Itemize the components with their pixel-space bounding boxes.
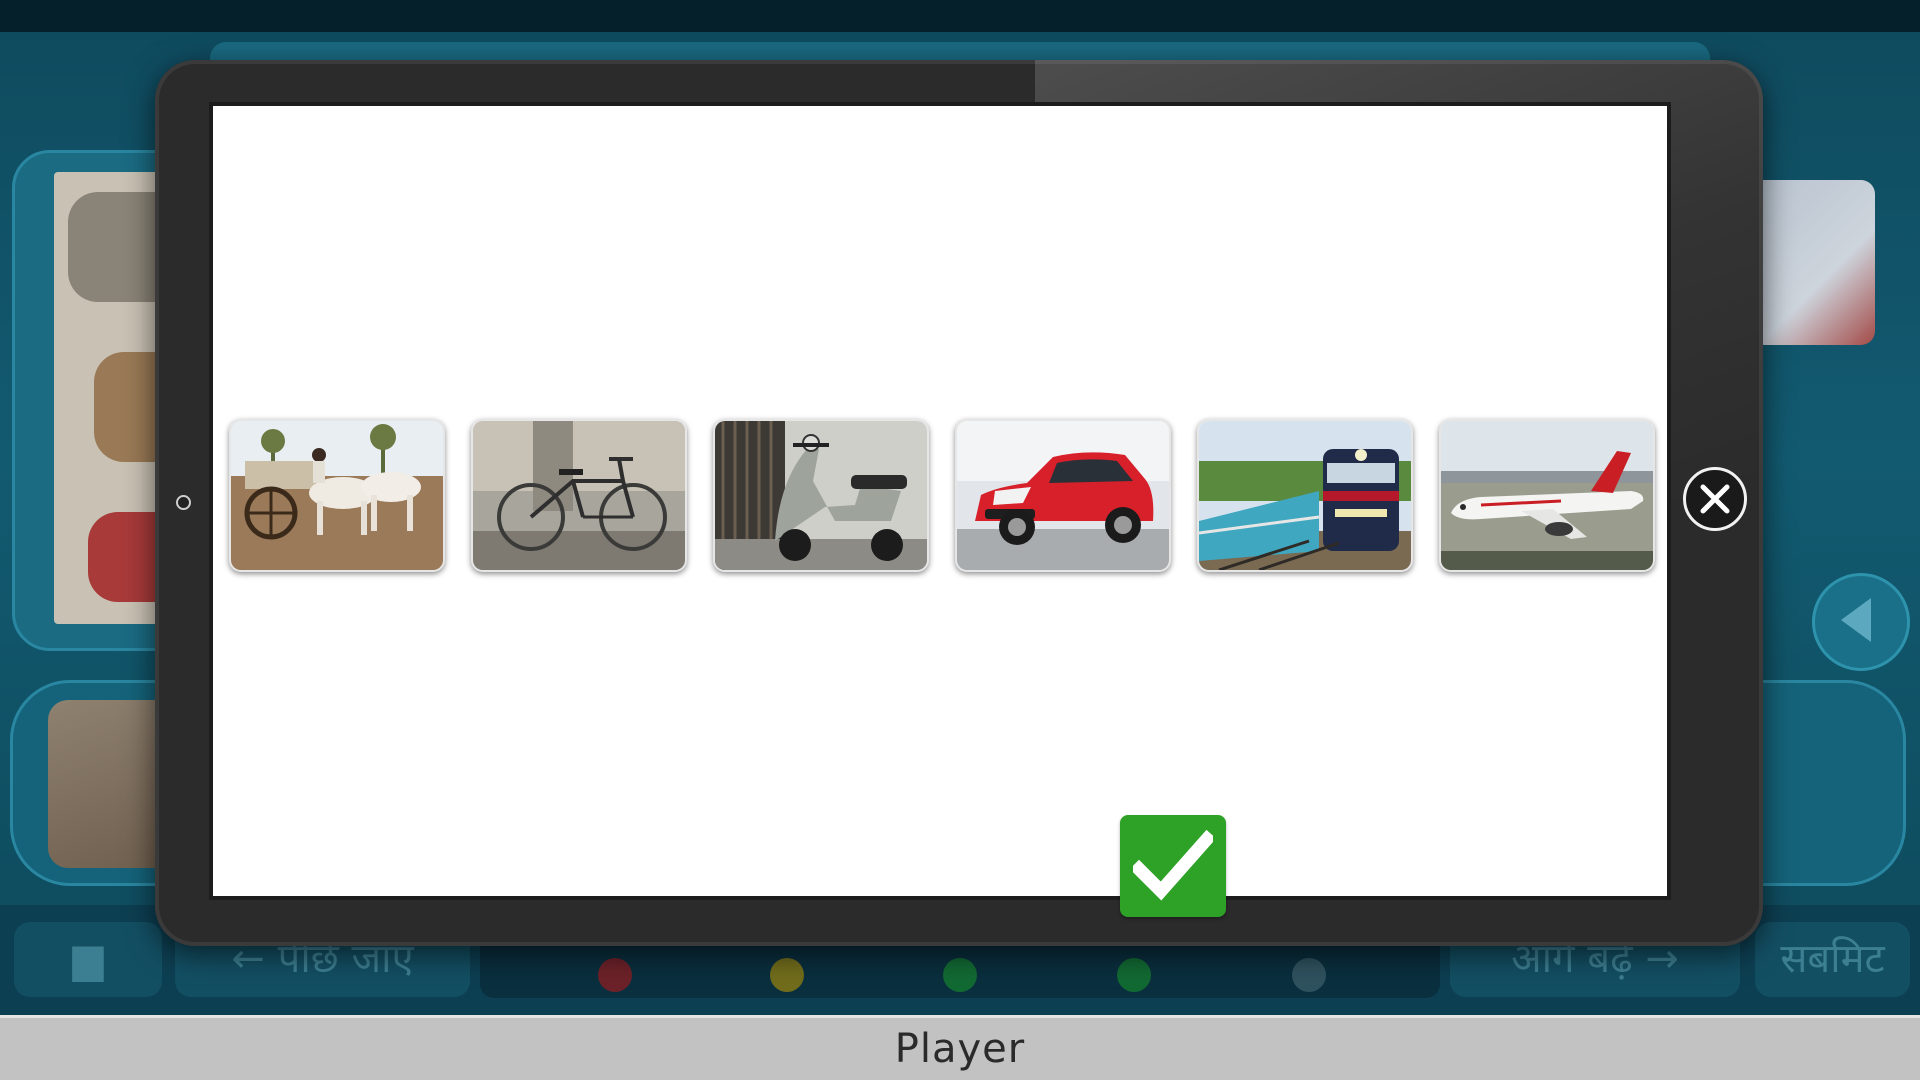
close-button[interactable] (1683, 467, 1747, 531)
title-bar: Player (0, 1015, 1920, 1080)
progress-dot-4 (1117, 958, 1151, 992)
background-airplane-thumb (1750, 180, 1875, 345)
scooter-image (715, 421, 927, 570)
bullock-cart-image (231, 421, 443, 570)
option-card-bullock-cart[interactable] (229, 419, 445, 572)
checkmark-icon (1133, 829, 1213, 901)
option-card-airplane[interactable] (1439, 419, 1655, 572)
option-card-scooter[interactable] (713, 419, 929, 572)
option-card-train[interactable] (1197, 419, 1413, 572)
top-strip (0, 0, 1920, 32)
progress-dot-3 (943, 958, 977, 992)
red-car-image (957, 421, 1169, 570)
modal-content (209, 102, 1671, 917)
progress-dot-5 (1292, 958, 1326, 992)
progress-dot-1 (598, 958, 632, 992)
close-icon (1700, 484, 1730, 514)
train-image (1199, 421, 1411, 570)
tablet-camera-dot (176, 495, 191, 510)
window-title: Player (894, 1026, 1026, 1072)
option-card-car[interactable] (955, 419, 1171, 572)
airplane-image (1441, 421, 1653, 570)
bicycle-image (473, 421, 685, 570)
book-icon: ▆ (14, 922, 162, 997)
option-card-bicycle[interactable] (471, 419, 687, 572)
submit-check-button[interactable] (1120, 815, 1226, 917)
progress-dot-2 (770, 958, 804, 992)
speaker-icon (1812, 573, 1910, 671)
submit-button: सबमिट (1755, 922, 1910, 997)
